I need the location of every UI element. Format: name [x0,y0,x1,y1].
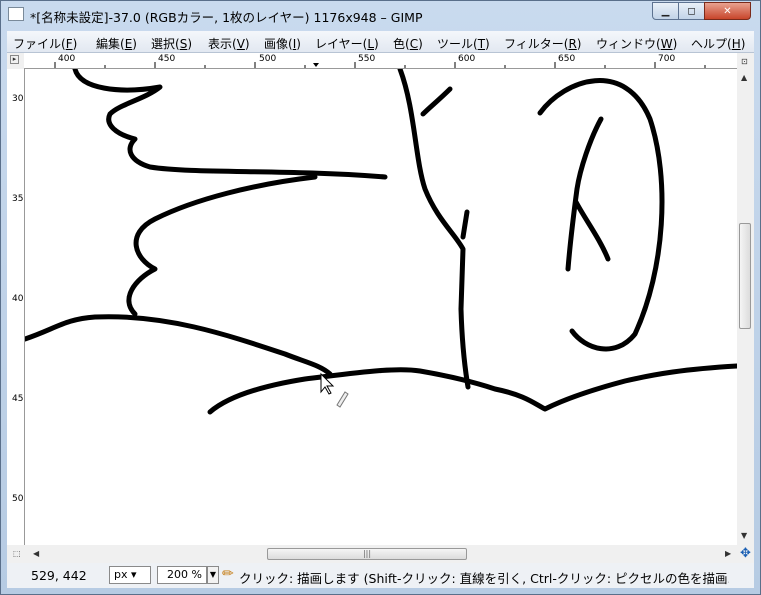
drawing [25,69,737,415]
menu-filters[interactable]: フィルター(R) [504,35,581,52]
stroke-leaf [420,86,453,117]
scroll-down-icon[interactable]: ▼ [741,531,747,540]
status-message: クリック: 描画します (Shift-クリック: 直線を引く, Ctrl-クリッ… [239,571,729,586]
zoom-fit-icon[interactable]: ⊡ [741,57,748,66]
stroke-shoulder [126,174,318,317]
scroll-left-icon[interactable]: ◀ [33,549,39,558]
window-title: *[名称未設定]-37.0 (RGBカラー, 1枚のレイヤー) 1176x948… [30,10,423,25]
status-bar: 529, 442 px ▾ 200 % ▼ ✏ クリック: 描画します (Shi… [7,563,754,588]
menu-layer[interactable]: レイヤー(L) [315,35,379,52]
gimp-window: *[名称未設定]-37.0 (RGBカラー, 1枚のレイヤー) 1176x948… [0,0,761,595]
vertical-scroll-thumb[interactable] [739,223,751,329]
vruler-label: 300 [12,94,24,104]
quick-mask-icon[interactable]: ⬚ [13,549,21,558]
menu-windows[interactable]: ウィンドウ(W) [596,35,677,52]
vertical-ruler[interactable]: 300 350 400 450 500 [7,69,25,545]
menu-colors[interactable]: 色(C) [393,35,423,52]
stroke-trunk [397,69,471,390]
vruler-label: 350 [12,194,24,204]
menu-bar: ファイル(F) 編集(E) 選択(S) 表示(V) 画像(I) レイヤー(L) … [7,31,754,53]
app-icon [8,7,24,21]
hruler-ticks [54,62,706,68]
vertical-scrollbar[interactable]: ⊡ ▲ ▼ [737,53,754,545]
scroll-up-icon[interactable]: ▲ [741,73,747,82]
close-icon: ✕ [723,5,732,17]
menu-image[interactable]: 画像(I) [264,35,301,52]
stroke-branch [460,209,470,240]
canvas-frame: ▸ 400 450 500 550 600 650 700 300 350 [7,53,754,563]
menu-file[interactable]: ファイル(F) [13,35,77,52]
maximize-icon: ◻ [687,5,696,17]
horizontal-scroll-thumb[interactable]: ||| [267,548,467,560]
unit-select[interactable]: px ▾ [109,566,151,584]
zoom-input[interactable]: 200 % [157,566,207,584]
horizontal-ruler[interactable]: 400 450 500 550 600 650 700 [24,53,737,69]
close-button[interactable]: ✕ [704,2,751,20]
menu-edit[interactable]: 編集(E) [96,35,137,52]
minimize-button[interactable]: ▁ [652,2,679,20]
minimize-icon: ▁ [661,5,670,17]
vruler-label: 450 [12,394,24,404]
title-bar[interactable]: *[名称未設定]-37.0 (RGBカラー, 1枚のレイヤー) 1176x948… [1,1,760,31]
menu-view[interactable]: 表示(V) [208,35,250,52]
stroke-arm [25,314,333,377]
navigate-icon[interactable]: ✥ [740,546,751,561]
scroll-right-icon[interactable]: ▶ [725,549,731,558]
menu-help[interactable]: ヘルプ(H) [691,35,745,52]
pencil-icon: ✏ [222,566,234,582]
stroke-eye-branch [573,199,611,262]
maximize-button[interactable]: ◻ [678,2,705,20]
horizontal-scrollbar[interactable]: ⬚ ◀ ||| ▶ [7,545,737,563]
menu-tools[interactable]: ツール(T) [437,35,490,52]
pointer-coordinates: 529, 442 [31,568,87,583]
pencil-cursor [336,391,349,408]
vruler-label: 400 [12,294,24,304]
vruler-label: 500 [12,494,24,504]
image-canvas[interactable] [25,69,737,545]
stroke-eye-inner [565,116,604,272]
menu-arrow-icon[interactable]: ▸ [10,55,19,64]
zoom-dropdown-button[interactable]: ▼ [207,566,219,584]
stroke-hair-left [72,69,388,180]
stroke-ground [207,363,737,415]
menu-select[interactable]: 選択(S) [151,35,192,52]
